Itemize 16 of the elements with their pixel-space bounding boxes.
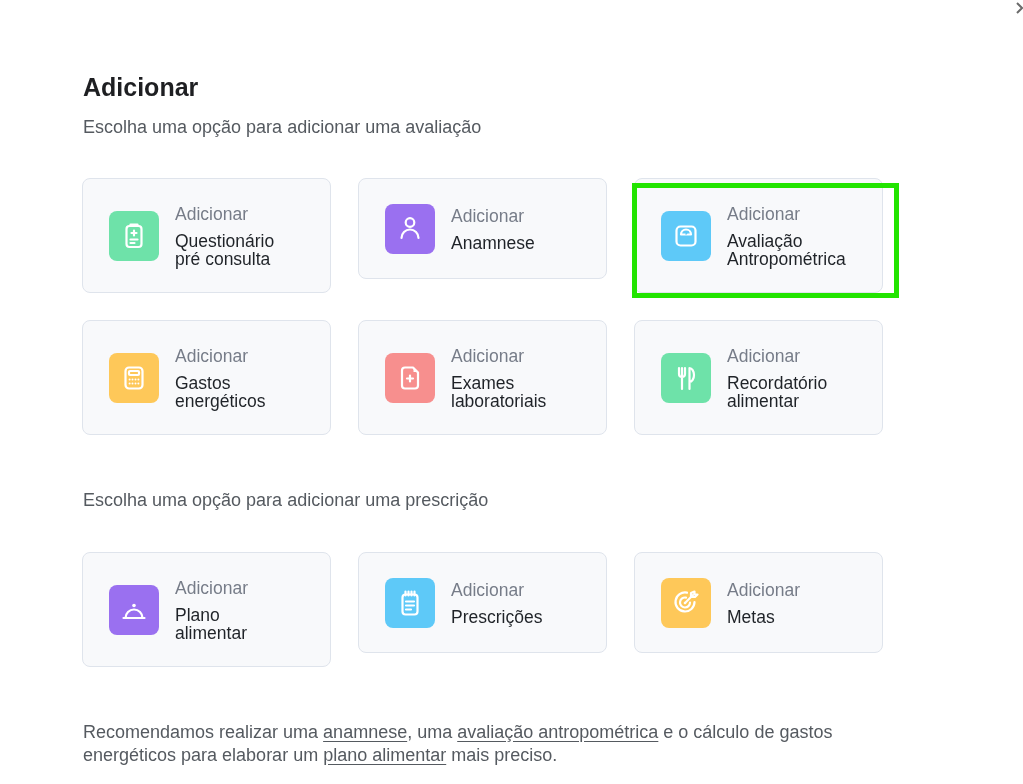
dialog-title: Adicionar xyxy=(82,72,199,102)
option-card[interactable]: Adicionar Gastos energéticos xyxy=(82,320,331,435)
recommendation-text: Recomendamos realizar uma anamnese, uma avaliação antropométrica e o cálculo de gastos energéticos para elaborar um plano alimentar mais preciso. xyxy=(82,721,834,767)
section-heading: Escolha uma opção para adicionar uma prescrição xyxy=(82,489,489,511)
option-card[interactable]: Adicionar Metas xyxy=(634,552,883,653)
option-card[interactable]: Adicionar Anamnese xyxy=(358,178,607,279)
text-link[interactable]: anamnese xyxy=(323,722,408,742)
option-card[interactable]: Adicionar Questionário pré consulta xyxy=(82,178,331,293)
text-link[interactable]: avaliação antropométrica xyxy=(457,722,659,742)
option-card[interactable]: Adicionar Prescrições xyxy=(358,552,607,653)
option-card[interactable]: Adicionar Recordatório alimentar xyxy=(634,320,883,435)
option-card[interactable]: Adicionar Plano alimentar xyxy=(82,552,331,667)
section-heading: Escolha uma opção para adicionar uma avaliação xyxy=(82,116,482,138)
close-icon[interactable] xyxy=(1016,2,1023,14)
option-card[interactable]: Adicionar Exames laboratoriais xyxy=(358,320,607,435)
text-link[interactable]: plano alimentar xyxy=(323,745,447,765)
